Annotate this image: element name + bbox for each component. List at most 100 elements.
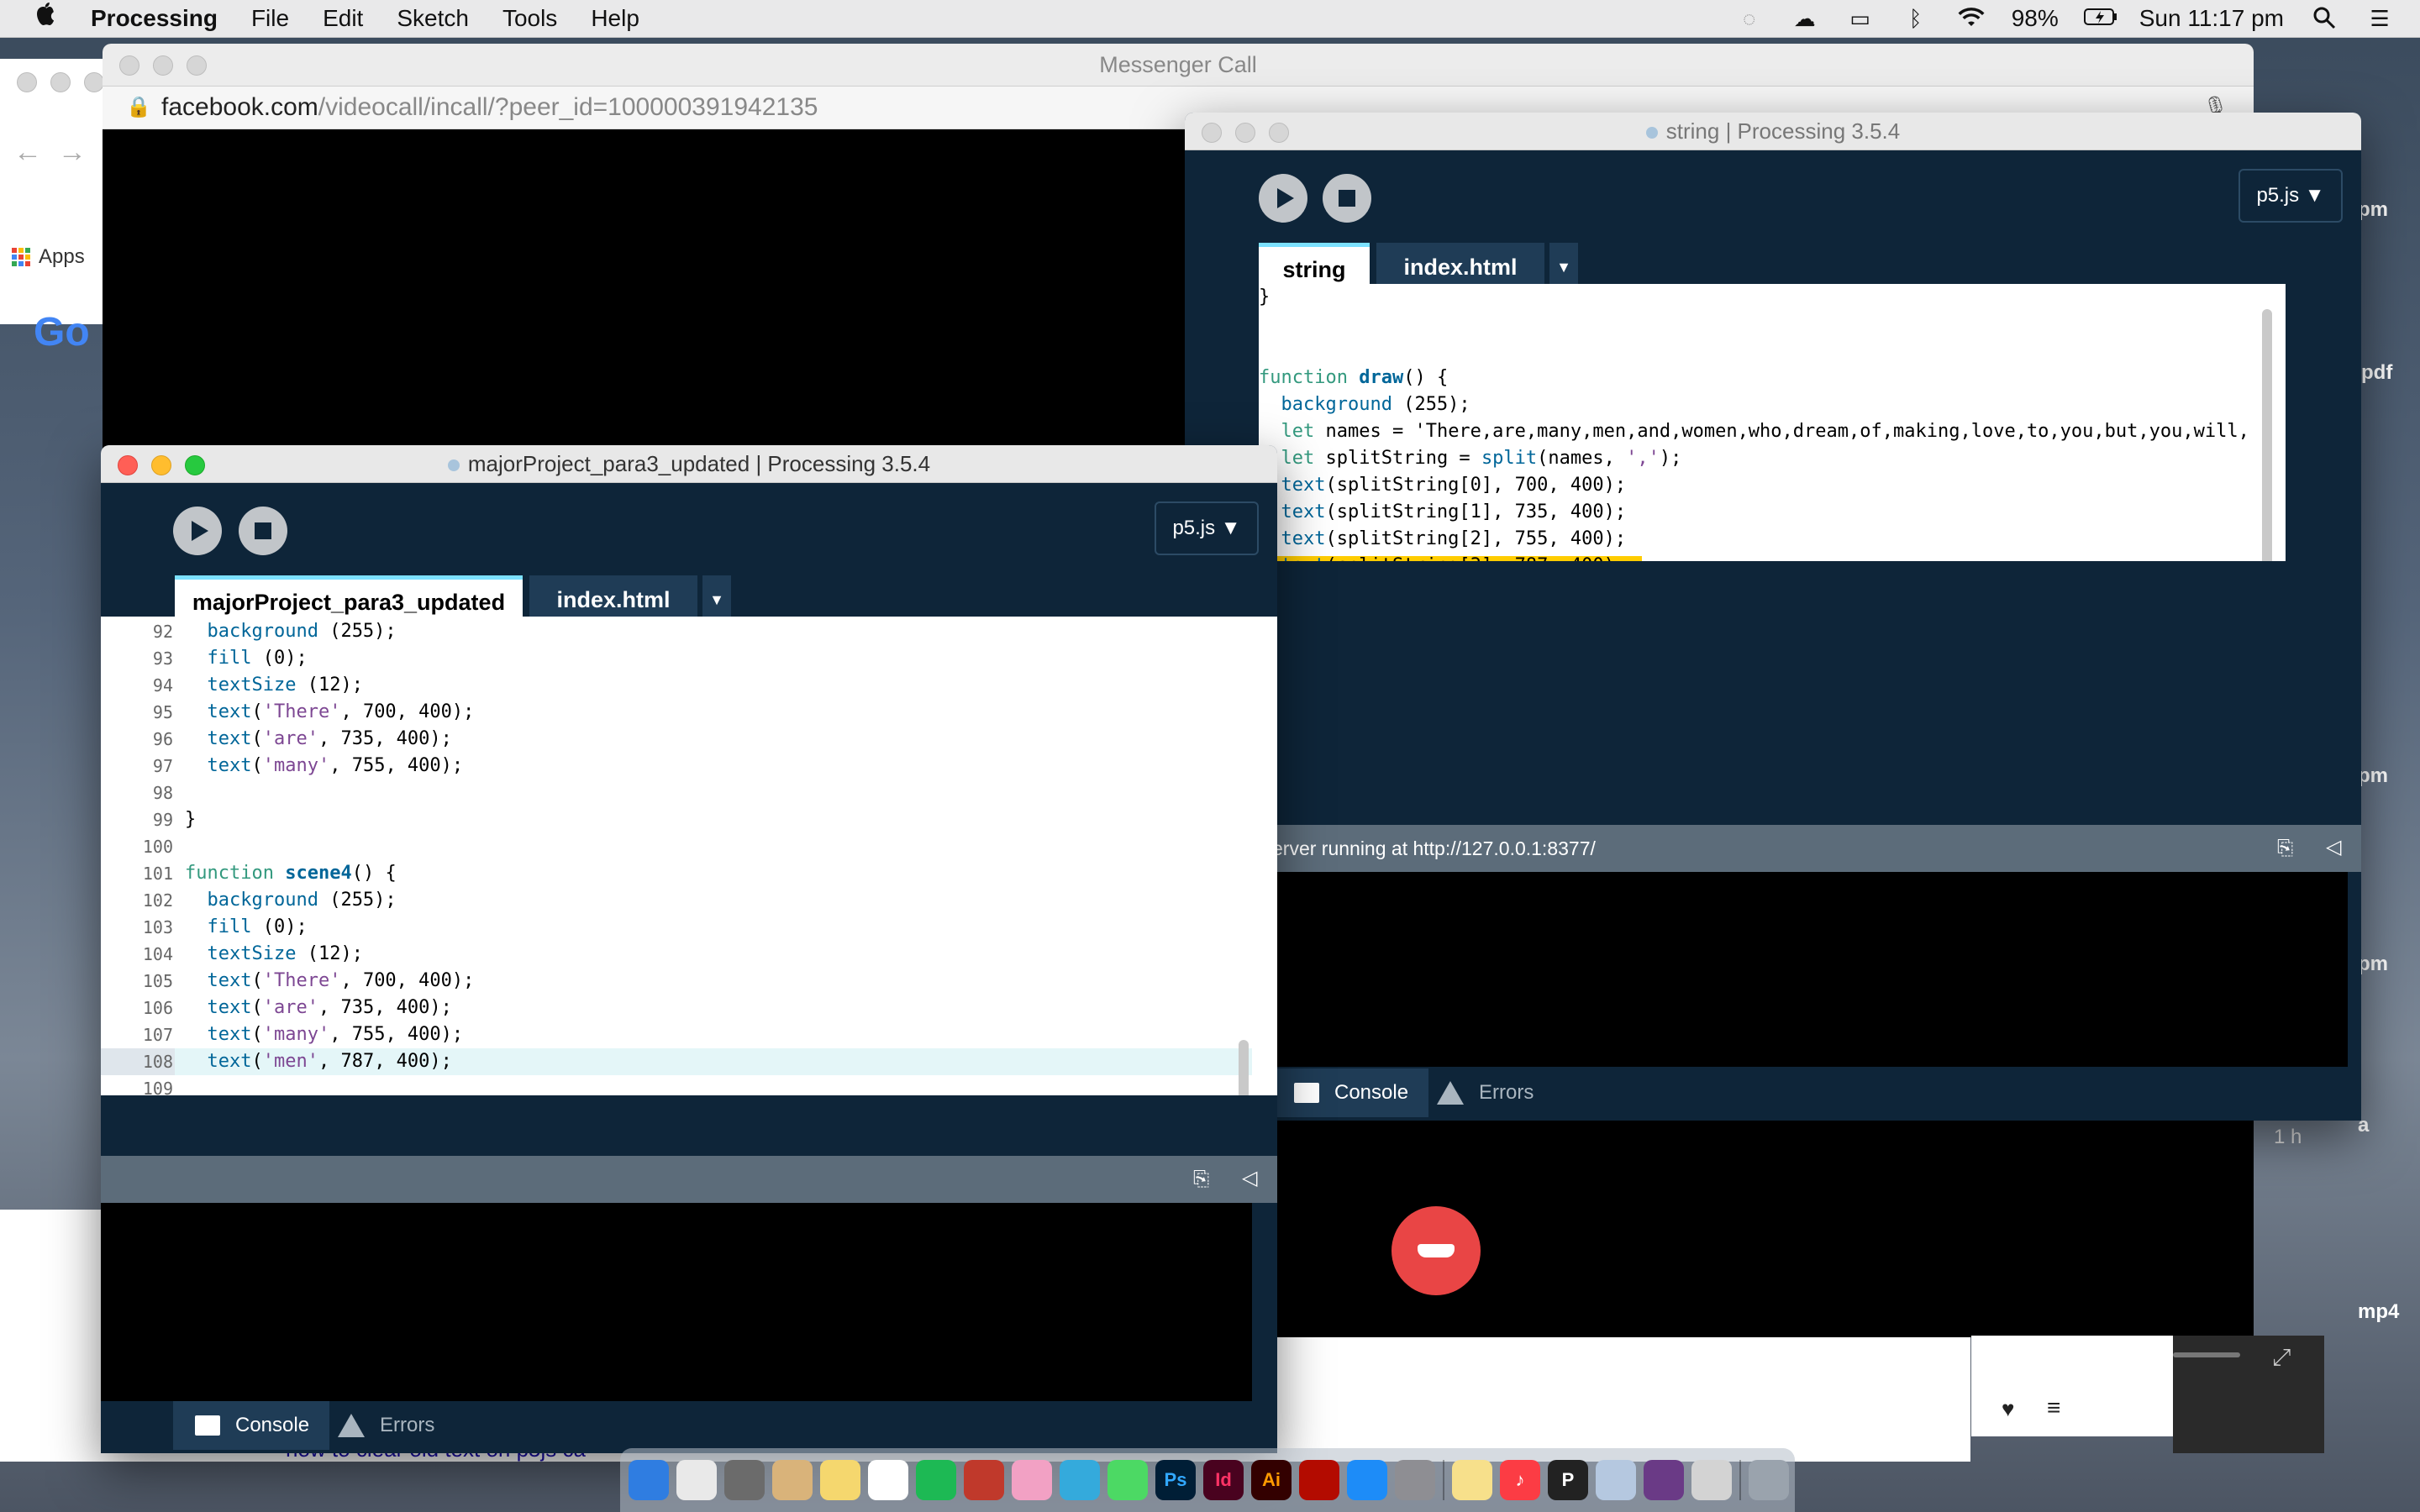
close-window-button[interactable] (118, 455, 138, 475)
code-line[interactable]: text('are', 735, 400); (185, 726, 452, 753)
errors-tab[interactable]: Errors (1415, 1068, 1588, 1117)
dock-app-notes-icon[interactable] (1452, 1460, 1492, 1500)
run-button[interactable] (173, 507, 222, 555)
desktop-file-label[interactable]: pm (2358, 953, 2388, 976)
code-line[interactable]: fill (0); (185, 914, 308, 941)
code-line[interactable]: text('many', 755, 400); (185, 1021, 464, 1048)
dock-app-itunes-icon[interactable]: ♪ (1500, 1460, 1540, 1500)
code-line[interactable]: text('many', 755, 400); (185, 753, 464, 780)
mode-selector[interactable]: p5.js ▼ (1155, 501, 1259, 555)
vertical-scrollbar[interactable] (1239, 1040, 1249, 1095)
code-line[interactable]: background (255); (185, 887, 397, 914)
console-tab[interactable]: Console (173, 1401, 329, 1450)
maximize-window-button[interactable] (185, 455, 205, 475)
dock-app-photo-icon[interactable] (1644, 1460, 1684, 1500)
stop-button[interactable] (239, 507, 287, 555)
errors-tab[interactable]: Errors (316, 1401, 489, 1450)
run-button[interactable] (1259, 174, 1307, 223)
code-editor[interactable]: 92 background (255); 93 fill (0); 94 textS… (101, 617, 1277, 1095)
code-editor[interactable]: 4}567function draw() {8 background (255)… (1259, 284, 2286, 561)
dock-app-photos-icon[interactable] (1012, 1460, 1052, 1500)
desktop-file-label[interactable]: pm (2358, 198, 2388, 222)
code-line[interactable]: text('men', 787, 400); (185, 1048, 452, 1075)
code-line[interactable]: text('are', 735, 400); (185, 995, 452, 1021)
apple-menu-icon[interactable] (34, 2, 59, 35)
minimize-window-button[interactable] (151, 455, 171, 475)
menu-edit[interactable]: Edit (323, 5, 363, 32)
dock-app-reminders-icon[interactable] (868, 1460, 908, 1500)
collapse-console-icon[interactable]: ◁ (2326, 835, 2341, 859)
copy-console-icon[interactable]: ⎘ (1193, 1168, 1209, 1191)
battery-percent[interactable]: 98% (2012, 5, 2059, 32)
dock-app-ps-icon[interactable]: Ps (1155, 1460, 1196, 1500)
spotlight-search-icon[interactable] (2309, 6, 2339, 31)
clock[interactable]: Sun 11:17 pm (2139, 5, 2284, 32)
code-line[interactable]: fill (0); (185, 645, 308, 672)
copy-console-icon[interactable]: ⎘ (2277, 837, 2293, 860)
menu-sketch[interactable]: Sketch (397, 5, 469, 32)
dock-app-stickies-icon[interactable] (820, 1460, 860, 1500)
dock-app-acrobat-icon[interactable] (1299, 1460, 1339, 1500)
stop-button[interactable] (1323, 174, 1371, 223)
dock-app-launchpad-icon[interactable] (724, 1460, 765, 1500)
menu-file[interactable]: File (251, 5, 289, 32)
code-line[interactable]: function draw() { (1259, 365, 1448, 391)
collapse-console-icon[interactable]: ◁ (1242, 1166, 1257, 1190)
code-line[interactable]: let splitString = split(names, ','); (1259, 445, 1682, 472)
dock-app-facetime-icon[interactable] (1107, 1460, 1148, 1500)
dock-app-ai-icon[interactable]: Ai (1251, 1460, 1292, 1500)
code-line[interactable]: text('There', 700, 400); (185, 699, 475, 726)
dock-app-id-icon[interactable]: Id (1203, 1460, 1244, 1500)
dock-app-app-store-icon[interactable] (1347, 1460, 1387, 1500)
code-line[interactable]: text(splitString[3], 787, 400); (1259, 553, 1627, 561)
heart-icon[interactable]: ♥ (2002, 1396, 2014, 1422)
dock-app-messages-icon[interactable] (1060, 1460, 1100, 1500)
queue-icon[interactable]: ≡ (2047, 1394, 2060, 1421)
sync-icon[interactable]: ◌ (1734, 6, 1765, 31)
expand-icon[interactable]: ⤢ (2272, 1344, 2291, 1372)
code-line[interactable]: background (255); (1259, 391, 1470, 418)
dock-app-processing-icon[interactable]: P (1548, 1460, 1588, 1500)
dock-app-chrome-icon[interactable] (676, 1460, 717, 1500)
code-line[interactable]: text('There', 700, 400); (185, 968, 475, 995)
dock-app-system-preferences-icon[interactable] (1395, 1460, 1435, 1500)
notification-center-icon[interactable]: ☰ (2365, 6, 2395, 31)
volume-slider[interactable] (2173, 1352, 2240, 1357)
code-line[interactable]: background (255); (185, 618, 397, 645)
console-output[interactable] (101, 1203, 1252, 1401)
bluetooth-icon[interactable]: ᛒ (1901, 6, 1931, 31)
dock-app-image-icon[interactable] (1691, 1460, 1732, 1500)
code-line[interactable]: text(splitString[0], 700, 400); (1259, 472, 1627, 499)
desktop-file-label[interactable]: mp4 (2358, 1300, 2399, 1324)
code-line[interactable]: textSize (12); (185, 941, 363, 968)
creative-cloud-icon[interactable]: ☁ (1790, 6, 1820, 31)
airplay-icon[interactable]: ▭ (1845, 6, 1876, 31)
dock-app-spotify-icon[interactable] (916, 1460, 956, 1500)
bookmark-apps[interactable]: Apps (12, 245, 85, 269)
dock-app-photo-booth-icon[interactable] (964, 1460, 1004, 1500)
end-call-button[interactable] (1392, 1206, 1481, 1295)
console-tab[interactable]: Console (1272, 1068, 1428, 1117)
dock-app-finder-icon[interactable] (629, 1460, 669, 1500)
dock-app-trash-icon[interactable] (1749, 1460, 1789, 1500)
mode-selector[interactable]: p5.js ▼ (2238, 169, 2343, 223)
dock-app-notes-icon[interactable] (772, 1460, 813, 1500)
desktop-file-label[interactable]: pm (2358, 764, 2388, 788)
app-name-menu[interactable]: Processing (91, 5, 218, 32)
code-line[interactable]: text(splitString[1], 735, 400); (1259, 499, 1627, 526)
vertical-scrollbar[interactable] (2262, 309, 2272, 561)
console-output[interactable] (1272, 872, 2348, 1067)
code-line[interactable]: textSize (12); (185, 672, 363, 699)
code-line[interactable]: } (185, 806, 196, 833)
back-forward-icons[interactable]: ← → (13, 136, 87, 169)
code-line[interactable]: function scene4() { (185, 860, 397, 887)
code-line[interactable]: } (1259, 284, 1270, 311)
wifi-icon[interactable] (1956, 6, 1986, 31)
dock-app-preview-icon[interactable] (1596, 1460, 1636, 1500)
battery-icon[interactable] (2083, 6, 2117, 31)
code-line[interactable]: let names = 'There,are,many,men,and,wome… (1259, 418, 2249, 445)
desktop-file-label[interactable]: pdf (2361, 361, 2392, 385)
menu-tools[interactable]: Tools (502, 5, 557, 32)
code-line[interactable]: text(splitString[2], 755, 400); (1259, 526, 1627, 553)
menu-help[interactable]: Help (591, 5, 639, 32)
